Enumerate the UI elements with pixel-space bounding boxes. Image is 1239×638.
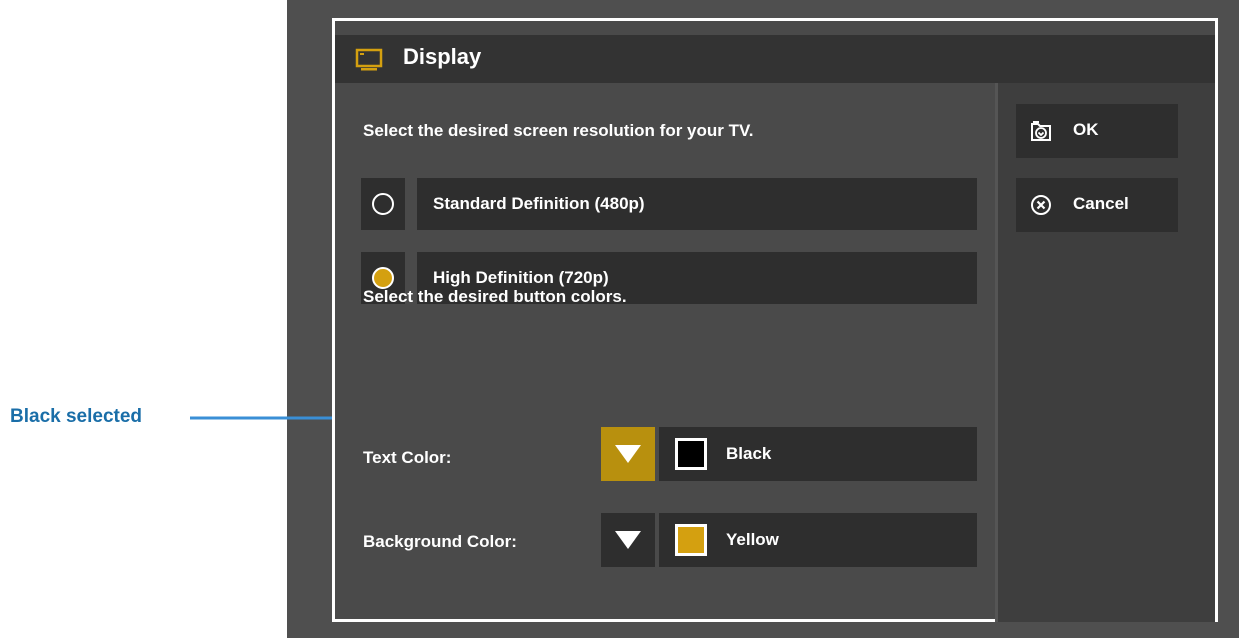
radio-standard-definition[interactable]	[361, 178, 405, 230]
dropdown-arrow-icon	[615, 445, 641, 463]
cancel-button[interactable]: Cancel	[1016, 178, 1178, 232]
display-dialog: Display Select the desired screen resolu…	[332, 18, 1218, 622]
text-color-label: Text Color:	[363, 448, 452, 467]
background-color-dropdown-button[interactable]	[601, 513, 655, 567]
dialog-titlebar: Display	[335, 35, 1215, 83]
tv-icon	[355, 48, 383, 71]
yellow-swatch	[675, 524, 707, 556]
dropdown-arrow-icon	[615, 531, 641, 549]
ok-label: OK	[1073, 120, 1099, 139]
button-colors-prompt: Select the desired button colors.	[363, 287, 627, 306]
action-panel	[998, 83, 1215, 622]
background-color-label: Background Color:	[363, 532, 517, 551]
resolution-prompt: Select the desired screen resolution for…	[363, 121, 754, 140]
text-color-select[interactable]: Black	[659, 427, 977, 481]
background-color-select[interactable]: Yellow	[659, 513, 977, 567]
background-color-value: Yellow	[726, 530, 779, 549]
option-standard-definition[interactable]: Standard Definition (480p)	[417, 178, 977, 230]
cancel-circle-icon	[1031, 195, 1051, 215]
text-color-dropdown-button[interactable]	[601, 427, 655, 481]
radio-unselected-icon	[372, 193, 394, 215]
annotation-label: Black selected	[10, 406, 143, 427]
cancel-label: Cancel	[1073, 194, 1129, 213]
dialog-title: Display	[403, 44, 482, 69]
ok-button[interactable]: OK	[1016, 104, 1178, 158]
text-color-value: Black	[726, 444, 772, 463]
black-swatch	[675, 438, 707, 470]
save-icon	[1031, 121, 1051, 141]
radio-selected-icon	[372, 267, 394, 289]
